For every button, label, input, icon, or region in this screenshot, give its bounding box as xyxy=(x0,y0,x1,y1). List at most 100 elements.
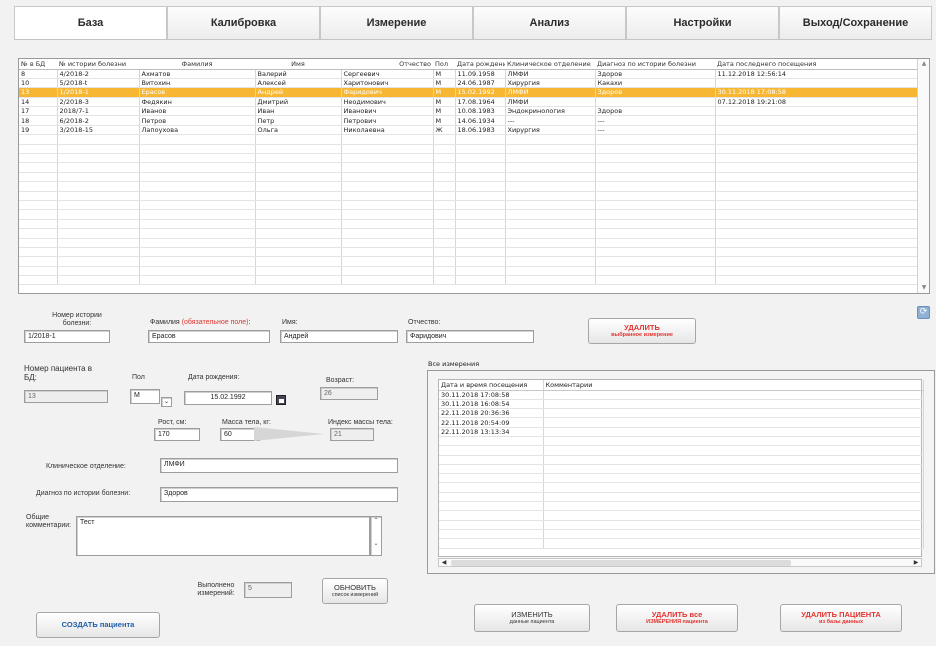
delete-measurement-button[interactable]: УДАЛИТЬ выбранное измерение xyxy=(588,318,696,344)
cell-patronymic[interactable]: Николаевна xyxy=(341,125,434,136)
cell-sex[interactable]: Ж xyxy=(433,125,456,136)
cell-surname[interactable]: Федякин xyxy=(139,97,256,108)
cell-sex[interactable]: М xyxy=(433,97,456,108)
cell-clinic[interactable]: Хирургия xyxy=(505,78,596,89)
cell-birth-date[interactable]: 18.06.1983 xyxy=(455,125,506,136)
cell-history-number[interactable]: 1/2018-1 xyxy=(57,87,140,98)
cell-surname[interactable]: Ерасов xyxy=(139,87,256,98)
patronymic-field[interactable]: Фаридович xyxy=(406,330,534,343)
history-number-field[interactable]: 1/2018-1 xyxy=(24,330,110,343)
col-sex[interactable]: Пол xyxy=(433,59,455,70)
cell-name[interactable]: Андрей xyxy=(255,87,342,98)
scroll-up-icon[interactable]: ⌃ xyxy=(371,517,381,524)
cell-patronymic[interactable]: Фаридович xyxy=(341,87,434,98)
scroll-right-icon[interactable]: ▶ xyxy=(911,559,921,567)
table-row[interactable]: 17 2018/7-1 Иванов Иван Иванович М 10.08.1983 Э… xyxy=(19,106,918,117)
cell-patronymic[interactable]: Иванович xyxy=(341,106,434,117)
table-row[interactable]: 14 2/2018-3 Федякин Дмитрий Неодимович М 17.08… xyxy=(19,97,918,108)
cell-clinic[interactable]: ЛМФИ xyxy=(505,87,596,98)
cell-sex[interactable]: М xyxy=(433,87,456,98)
tab-analysis[interactable]: Анализ xyxy=(473,6,626,40)
cell-history-number[interactable]: 2018/7-1 xyxy=(57,106,140,117)
clinic-field[interactable]: ЛМФИ xyxy=(160,458,398,473)
cell-visit-datetime[interactable]: 30.11.2018 16:08:54 xyxy=(439,399,544,410)
cell-comment[interactable] xyxy=(543,427,924,438)
col-history-number[interactable]: № истории болезни xyxy=(57,59,139,70)
diagnosis-field[interactable]: Здоров xyxy=(160,487,398,502)
patients-table[interactable]: № в БД № истории болезни Фамилия Имя Отч… xyxy=(18,58,930,294)
cell-db-number[interactable]: 10 xyxy=(19,78,58,89)
tab-database[interactable]: База xyxy=(14,6,167,40)
cell-history-number[interactable]: 5/2018-t xyxy=(57,78,140,89)
cell-name[interactable]: Алексей xyxy=(255,78,342,89)
col-visit-datetime[interactable]: Дата и время посещения xyxy=(439,380,544,391)
cell-history-number[interactable]: 3/2018-15 xyxy=(57,125,140,136)
create-patient-button[interactable]: СОЗДАТЬ пациента xyxy=(36,612,160,638)
cell-visit-datetime[interactable]: 22.11.2018 20:36:36 xyxy=(439,408,544,419)
scroll-thumb[interactable] xyxy=(451,560,791,566)
scroll-down-icon[interactable]: ▼ xyxy=(918,283,930,293)
cell-history-number[interactable]: 2/2018-3 xyxy=(57,97,140,108)
cell-sex[interactable]: М xyxy=(433,106,456,117)
col-name[interactable]: Имя xyxy=(255,59,341,70)
cell-diagnosis[interactable]: Здоров xyxy=(595,106,716,117)
cell-diagnosis[interactable]: --- xyxy=(595,125,716,136)
cell-sex[interactable]: М xyxy=(433,115,456,126)
cell-clinic[interactable]: --- xyxy=(505,115,596,126)
cell-name[interactable]: Иван xyxy=(255,106,342,117)
table-row[interactable]: 18 6/2018-2 Петров Петр Петрович М 14.06.1934-… xyxy=(19,115,918,126)
scroll-down-icon[interactable]: ⌄ xyxy=(371,540,381,547)
cell-birth-date[interactable]: 17.08.1964 xyxy=(455,97,506,108)
cell-birth-date[interactable]: 24.06.1987 xyxy=(455,78,506,89)
cell-surname[interactable]: Лапоухова xyxy=(139,125,256,136)
col-clinic[interactable]: Клиническое отделение xyxy=(505,59,595,70)
cell-history-number[interactable]: 6/2018-2 xyxy=(57,115,140,126)
chevron-down-icon[interactable]: ⌄ xyxy=(161,397,172,407)
cell-db-number[interactable]: 18 xyxy=(19,115,58,126)
cell-surname[interactable]: Петров xyxy=(139,115,256,126)
cell-surname[interactable]: Иванов xyxy=(139,106,256,117)
col-comments[interactable]: Комментарии xyxy=(543,380,924,391)
list-item[interactable]: 30.11.2018 16:08:54 xyxy=(439,399,924,410)
list-item[interactable]: 30.11.2018 17:08:58 xyxy=(439,390,924,400)
cell-diagnosis[interactable]: Какахи xyxy=(595,78,716,89)
col-surname[interactable]: Фамилия xyxy=(139,59,255,70)
cell-name[interactable]: Ольга xyxy=(255,125,342,136)
cell-db-number[interactable]: 14 xyxy=(19,97,58,108)
cell-diagnosis[interactable]: Здоров xyxy=(595,87,716,98)
comments-field[interactable]: Тест xyxy=(76,516,370,556)
cell-history-number[interactable]: 4/2018-2 xyxy=(57,69,140,79)
cell-last-visit[interactable] xyxy=(715,78,918,89)
cell-name[interactable]: Петр xyxy=(255,115,342,126)
cell-name[interactable]: Дмитрий xyxy=(255,97,342,108)
list-item[interactable]: 22.11.2018 20:36:36 xyxy=(439,408,924,419)
cell-last-visit[interactable]: 11.12.2018 12:56:14 xyxy=(715,69,918,79)
cell-diagnosis[interactable]: --- xyxy=(595,115,716,126)
cell-sex[interactable]: М xyxy=(433,78,456,89)
list-item[interactable]: 22.11.2018 13:13:34 xyxy=(439,427,924,438)
cell-patronymic[interactable]: Петрович xyxy=(341,115,434,126)
cell-birth-date[interactable]: 10.08.1983 xyxy=(455,106,506,117)
tab-settings[interactable]: Настройки xyxy=(626,6,779,40)
cell-db-number[interactable]: 17 xyxy=(19,106,58,117)
cell-comment[interactable] xyxy=(543,408,924,419)
table-row[interactable]: 13 1/2018-1 Ерасов Андрей Фаридович М 15.02.19… xyxy=(19,87,918,98)
tab-calibration[interactable]: Калибровка xyxy=(167,6,320,40)
measurements-table[interactable]: Дата и время посещения Комментарии 30.11… xyxy=(438,379,924,557)
cell-visit-datetime[interactable]: 22.11.2018 20:54:09 xyxy=(439,417,544,428)
birth-date-field[interactable]: 15.02.1992 xyxy=(184,391,272,405)
cell-diagnosis[interactable] xyxy=(595,97,716,108)
name-field[interactable]: Андрей xyxy=(280,330,398,343)
cell-patronymic[interactable]: Неодимович xyxy=(341,97,434,108)
col-db-number[interactable]: № в БД xyxy=(19,59,57,70)
measurements-hscrollbar[interactable]: ◀ ▶ xyxy=(438,558,922,567)
refresh-measurements-button[interactable]: ОБНОВИТЬ список измерений xyxy=(322,578,388,604)
cell-birth-date[interactable]: 15.02.1992 xyxy=(455,87,506,98)
cell-comment[interactable] xyxy=(543,399,924,410)
col-birth-date[interactable]: Дата рождения xyxy=(455,59,505,70)
cell-clinic[interactable]: Хирургия xyxy=(505,125,596,136)
col-last-visit[interactable]: Дата последнего посещения xyxy=(715,59,917,70)
patients-scrollbar[interactable]: ▲ ▼ xyxy=(917,59,929,293)
cell-db-number[interactable]: 8 xyxy=(19,69,58,79)
table-row[interactable]: 10 5/2018-t Витохин Алексей Харитонович М 24.0… xyxy=(19,78,918,89)
